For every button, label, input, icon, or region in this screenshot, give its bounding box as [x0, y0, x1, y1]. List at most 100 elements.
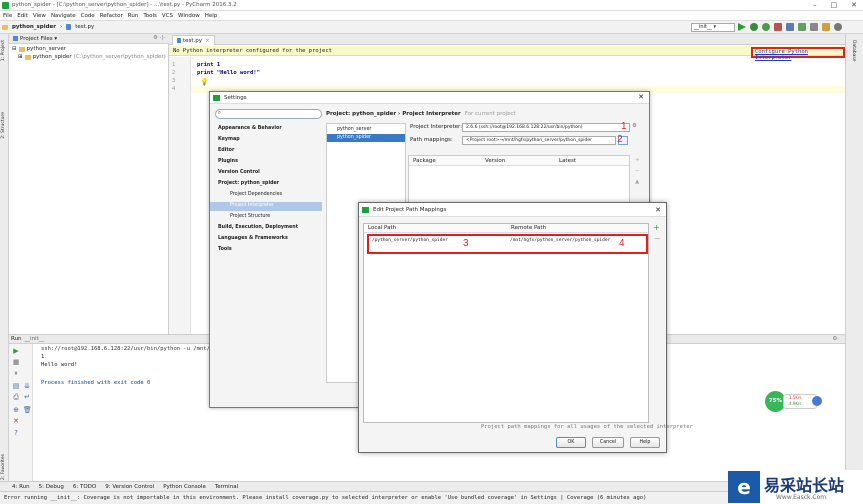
- help-icon[interactable]: ?: [12, 429, 20, 437]
- run-config-select[interactable]: __init__ ▾: [691, 23, 735, 32]
- menu-navigate[interactable]: Navigate: [50, 13, 77, 19]
- remote-path-cell[interactable]: /mnt/hgfs/python_server/python_spider: [510, 238, 610, 243]
- local-path-cell[interactable]: /python_server/python_spider: [372, 238, 448, 243]
- menu-help[interactable]: Help: [204, 13, 219, 19]
- maximize-icon[interactable]: □: [831, 1, 838, 9]
- vcs-commit-icon[interactable]: [798, 23, 806, 31]
- minimize-icon[interactable]: –: [813, 1, 817, 9]
- tab-debug[interactable]: 5: Debug: [39, 484, 64, 490]
- stop-icon[interactable]: ■: [12, 358, 20, 366]
- tab-structure[interactable]: 2: Structure: [1, 112, 6, 139]
- lightbulb-icon[interactable]: 💡: [200, 78, 209, 86]
- menu-window[interactable]: Window: [177, 13, 201, 19]
- upgrade-package-icon[interactable]: ▲: [635, 179, 639, 185]
- tree-child[interactable]: ⊞ python_spider (C:\python_server\python…: [18, 54, 166, 60]
- tab-python-console[interactable]: Python Console: [163, 484, 206, 490]
- settings-icon[interactable]: [810, 23, 818, 31]
- collapse-icon[interactable]: ⊞: [18, 54, 23, 60]
- column-version[interactable]: Version: [485, 158, 505, 164]
- pin-icon[interactable]: ⊕: [12, 406, 20, 414]
- run-config-name[interactable]: __init__: [25, 336, 45, 342]
- interpreter-gear-icon[interactable]: ⚙: [632, 123, 637, 129]
- expand-icon[interactable]: ⊟: [12, 46, 17, 52]
- interpreter-select[interactable]: 2.6.6 (ssh://root@192.168.6.128:22/usr/b…: [462, 123, 630, 132]
- close-window-icon[interactable]: ✕: [851, 1, 857, 9]
- remove-package-icon[interactable]: −: [635, 168, 640, 174]
- print-icon[interactable]: ⎙: [12, 393, 20, 401]
- column-remote-path[interactable]: Remote Path: [511, 225, 546, 231]
- menu-file[interactable]: File: [2, 13, 13, 19]
- close-icon[interactable]: ✕: [655, 203, 661, 217]
- rerun-icon[interactable]: ▶: [12, 347, 20, 355]
- tab-favorites[interactable]: 2: Favorites: [1, 454, 6, 480]
- help-button[interactable]: Help: [630, 437, 660, 448]
- editor-tab-label: test.py: [183, 37, 203, 44]
- column-local-path[interactable]: Local Path: [368, 225, 396, 231]
- close-run-icon[interactable]: ✕: [12, 417, 20, 425]
- nav-project-interpreter[interactable]: Project Interpreter: [230, 203, 274, 208]
- add-package-icon[interactable]: +: [635, 157, 640, 163]
- tab-version-control[interactable]: 9: Version Control: [105, 484, 154, 490]
- menu-tools[interactable]: Tools: [142, 13, 158, 19]
- scroll-to-end-icon[interactable]: ⇊: [23, 382, 31, 390]
- ok-button[interactable]: OK: [556, 437, 586, 448]
- configure-interpreter-link[interactable]: Configure Python Interpreter: [751, 47, 845, 61]
- nav-project-dependencies[interactable]: Project Dependencies: [230, 192, 282, 197]
- nav-appearance[interactable]: Appearance & Behavior: [218, 126, 282, 131]
- nav-version-control[interactable]: Version Control: [218, 170, 260, 175]
- panel-gear-icon[interactable]: ⚙·: [832, 336, 839, 342]
- nav-plugins[interactable]: Plugins: [218, 159, 238, 164]
- stop-icon[interactable]: [774, 23, 782, 31]
- trash-icon[interactable]: 🗑: [23, 406, 32, 414]
- status-message[interactable]: Error running __init__: Coverage is not …: [4, 495, 646, 501]
- coverage-icon[interactable]: [762, 23, 770, 31]
- column-package[interactable]: Package: [413, 158, 436, 164]
- tab-project[interactable]: 1: Project: [1, 40, 6, 61]
- nav-tools[interactable]: Tools: [218, 247, 232, 252]
- close-icon[interactable]: ✕: [638, 93, 644, 101]
- breadcrumb-project[interactable]: python_spider: [12, 24, 56, 30]
- nav-languages[interactable]: Languages & Frameworks: [218, 236, 288, 241]
- nav-project-structure[interactable]: Project Structure: [230, 214, 270, 219]
- menu-code[interactable]: Code: [80, 13, 96, 19]
- code-line[interactable]: print 1: [197, 62, 220, 68]
- panel-gear-icon[interactable]: ⚙ ·|·: [153, 35, 165, 41]
- editor-tab-test-py[interactable]: test.py ×: [172, 35, 215, 45]
- tab-database[interactable]: Database: [851, 40, 856, 61]
- layout-icon[interactable]: ▤: [12, 382, 20, 390]
- nav-project[interactable]: Project: python_spider: [218, 181, 279, 186]
- cancel-button[interactable]: Cancel: [592, 437, 624, 448]
- path-mappings-field[interactable]: <Project root>→/mnt/hgfs/python_server/p…: [462, 136, 616, 145]
- menu-refactor[interactable]: Refactor: [99, 13, 124, 19]
- mapping-row[interactable]: /python_server/python_spider /mnt/hgfs/p…: [367, 234, 648, 254]
- close-tab-icon[interactable]: ×: [205, 38, 210, 44]
- remove-mapping-icon[interactable]: −: [654, 234, 661, 243]
- nav-editor[interactable]: Editor: [218, 148, 234, 153]
- accelerator-icon[interactable]: [812, 396, 822, 406]
- project-list-item[interactable]: python_server: [327, 126, 405, 134]
- menu-edit[interactable]: Edit: [16, 13, 29, 19]
- breadcrumb-file[interactable]: test.py: [75, 24, 94, 30]
- run-icon[interactable]: [738, 23, 746, 31]
- nav-keymap[interactable]: Keymap: [218, 137, 240, 142]
- tab-todo[interactable]: 6: TODO: [73, 484, 96, 490]
- column-latest[interactable]: Latest: [559, 158, 576, 164]
- soft-wrap-icon[interactable]: ↵: [23, 393, 31, 401]
- nav-build[interactable]: Build, Execution, Deployment: [218, 225, 298, 230]
- tab-run[interactable]: 4: Run: [12, 484, 30, 490]
- help-icon[interactable]: [834, 23, 842, 31]
- tree-root[interactable]: ⊟ python_server: [12, 46, 66, 52]
- code-line[interactable]: print "Hello word!": [197, 70, 260, 76]
- settings-search-input[interactable]: ⌕: [215, 109, 322, 119]
- add-mapping-icon[interactable]: +: [653, 223, 660, 232]
- project-list-item-selected[interactable]: python_spider: [327, 134, 405, 142]
- menu-run[interactable]: Run: [127, 13, 140, 19]
- menu-vcs[interactable]: VCS: [161, 13, 174, 19]
- project-view-select[interactable]: Project Files ▾: [20, 36, 57, 42]
- tab-terminal[interactable]: Terminal: [215, 484, 238, 490]
- debug-icon[interactable]: [750, 23, 758, 31]
- vcs-update-icon[interactable]: [786, 23, 794, 31]
- pause-icon[interactable]: ⏸: [12, 369, 20, 377]
- menu-view[interactable]: View: [32, 13, 47, 19]
- structure-icon[interactable]: [822, 23, 830, 31]
